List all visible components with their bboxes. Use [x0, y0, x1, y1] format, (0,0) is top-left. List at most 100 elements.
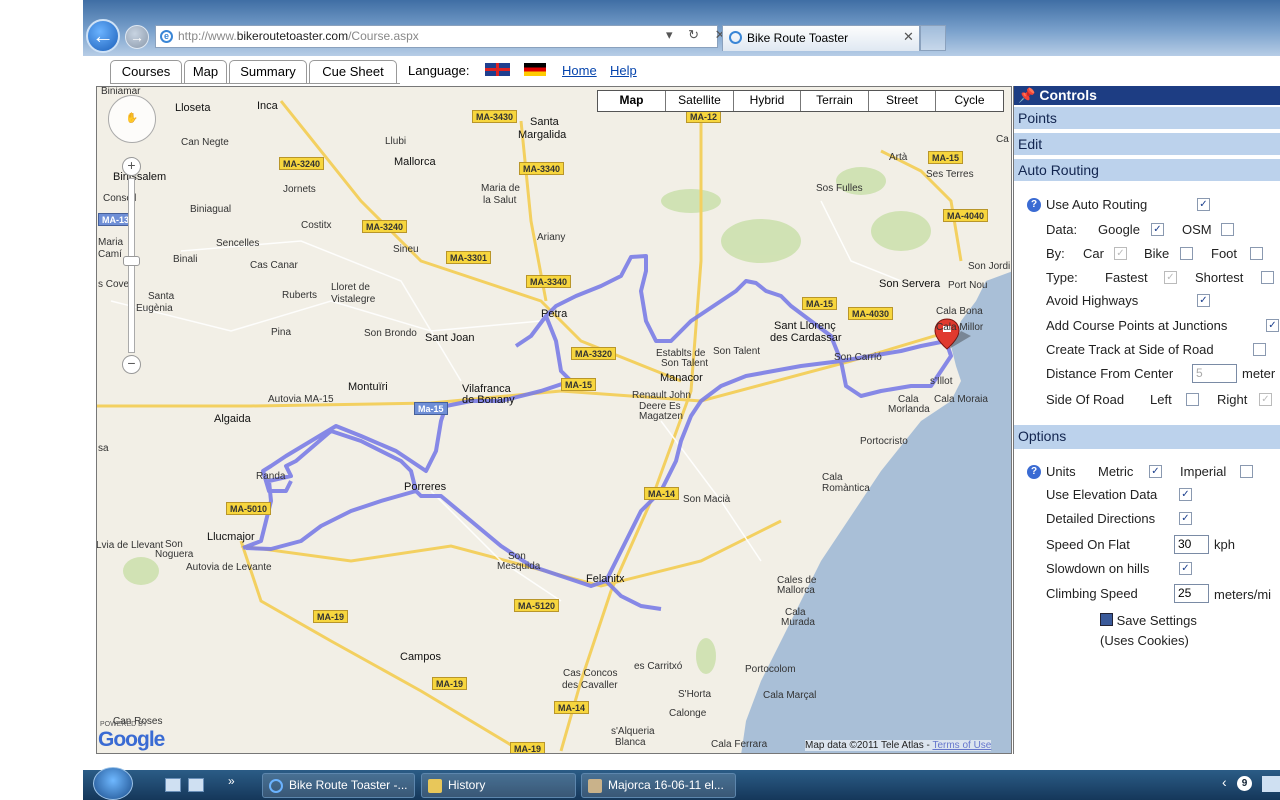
shortest-checkbox[interactable]	[1261, 271, 1274, 284]
tab-map[interactable]: Map	[184, 60, 227, 84]
map-canvas[interactable]: MA-3430 MA-12 MA-3340 MA-3240 MA-13 MA-3240 MA…	[96, 86, 1012, 754]
bike-checkbox[interactable]	[1180, 247, 1193, 260]
taskbar-item-label: Bike Route Toaster -...	[289, 778, 408, 792]
town-label: Ariany	[537, 232, 566, 243]
left-checkbox[interactable]	[1186, 393, 1199, 406]
road-label: MA-15	[802, 297, 838, 310]
tab-cue-sheet[interactable]: Cue Sheet	[309, 60, 397, 84]
town-label: Cala Millor	[936, 322, 984, 333]
german-flag-icon[interactable]	[524, 63, 546, 76]
uk-flag-icon[interactable]	[485, 63, 510, 76]
road-label: MA-15	[928, 151, 964, 164]
ie-tab-icon	[729, 31, 742, 44]
add-course-points-checkbox[interactable]: ✓	[1266, 319, 1279, 332]
tab-title: Bike Route Toaster	[747, 31, 849, 45]
forward-button[interactable]: →	[125, 25, 149, 49]
create-track-checkbox[interactable]	[1253, 343, 1266, 356]
town-label: Cala Bona	[936, 306, 983, 317]
town-label: Santa	[530, 116, 559, 128]
switch-windows-icon[interactable]	[188, 778, 204, 792]
road-label: MA-19	[510, 742, 546, 753]
tray-network-icon[interactable]	[1262, 776, 1280, 792]
zoom-out-button[interactable]: −	[122, 355, 141, 374]
town-label: Magatzen	[639, 411, 683, 422]
road-label: MA-19	[313, 610, 349, 623]
section-edit[interactable]: Edit	[1014, 132, 1280, 155]
town-label: de Bonany	[462, 394, 515, 406]
town-label: Autovia de Levante	[186, 562, 272, 573]
start-button-windows-icon[interactable]	[93, 767, 133, 800]
taskbar-item-bike-route-toaster[interactable]: Bike Route Toaster -...	[262, 773, 415, 798]
town-label: Inca	[257, 100, 278, 112]
osm-checkbox[interactable]	[1221, 223, 1234, 236]
detailed-directions-checkbox[interactable]: ✓	[1179, 512, 1192, 525]
browser-tab[interactable]: Bike Route Toaster	[722, 25, 920, 51]
pin-icon: 📌	[1018, 87, 1036, 103]
tab-summary[interactable]: Summary	[229, 60, 307, 84]
road-label: MA-5120	[514, 599, 560, 612]
map-type-hybrid[interactable]: Hybrid	[733, 91, 800, 111]
town-label: des Cardassar	[770, 332, 842, 344]
uses-cookies-note: (Uses Cookies)	[1100, 633, 1189, 648]
town-label: Cala Ferrara	[711, 739, 768, 750]
new-tab-button[interactable]	[920, 25, 946, 51]
metric-checkbox[interactable]: ✓	[1149, 465, 1162, 478]
section-auto-routing[interactable]: Auto Routing	[1014, 158, 1280, 181]
town-label: Sencelles	[216, 238, 260, 249]
town-label: Camí	[98, 249, 122, 260]
speed-on-flat-input[interactable]: 30	[1174, 535, 1209, 554]
town-label: Mallorca	[777, 585, 815, 596]
use-elevation-checkbox[interactable]: ✓	[1179, 488, 1192, 501]
tray-app-icon[interactable]: 9	[1237, 776, 1252, 791]
use-auto-routing-checkbox[interactable]: ✓	[1197, 198, 1210, 211]
map-type-terrain[interactable]: Terrain	[800, 91, 868, 111]
map-type-map[interactable]: Map	[598, 91, 665, 111]
taskbar-item-history[interactable]: History	[421, 773, 576, 798]
section-options[interactable]: Options	[1014, 424, 1280, 449]
avoid-highways-checkbox[interactable]: ✓	[1197, 294, 1210, 307]
tray-expand-icon[interactable]: ‹	[1222, 774, 1227, 790]
town-label: Romàntica	[822, 483, 870, 494]
map-type-cycle[interactable]: Cycle	[935, 91, 1003, 111]
distance-from-center-input[interactable]: 5	[1192, 364, 1237, 383]
foot-checkbox[interactable]	[1250, 247, 1263, 260]
slowdown-checkbox[interactable]: ✓	[1179, 562, 1192, 575]
town-label: Eugènia	[136, 303, 173, 314]
help-link[interactable]: Help	[610, 63, 637, 78]
tab-courses[interactable]: Courses	[110, 60, 182, 84]
section-points[interactable]: Points	[1014, 106, 1280, 129]
osm-label: OSM	[1182, 222, 1212, 237]
floppy-disk-icon	[1100, 613, 1113, 626]
google-logo[interactable]: Google	[98, 728, 165, 752]
town-label: Binissalem	[113, 171, 167, 183]
fastest-checkbox[interactable]: ✓	[1164, 271, 1177, 284]
terms-of-use-link[interactable]: Terms of Use	[932, 740, 991, 751]
zoom-in-button[interactable]: +	[122, 157, 141, 176]
town-label: s'Illot	[930, 376, 953, 387]
map-type-satellite[interactable]: Satellite	[665, 91, 733, 111]
show-desktop-icon[interactable]	[165, 778, 181, 792]
town-label: des Cavaller	[562, 680, 618, 691]
pan-control-hand-icon[interactable]: ✋	[108, 95, 156, 143]
climbing-speed-input[interactable]: 25	[1174, 584, 1209, 603]
address-bar[interactable]: http://www.bikeroutetoaster.com/Course.a…	[155, 25, 718, 48]
tab-close-icon[interactable]: ✕	[903, 29, 914, 45]
town-label: s'Alqueria	[611, 726, 655, 737]
right-checkbox[interactable]: ✓	[1259, 393, 1272, 406]
back-button[interactable]: ←	[86, 19, 120, 53]
back-arrow-icon: ←	[92, 23, 114, 48]
zoom-slider-thumb[interactable]	[123, 256, 140, 266]
town-label: Mesquida	[497, 561, 541, 572]
auto-routing-help-icon[interactable]: ?	[1027, 198, 1041, 212]
quicklaunch-more-icon[interactable]: »	[228, 774, 235, 788]
town-label: Son Jordi	[968, 261, 1011, 272]
home-link[interactable]: Home	[562, 63, 597, 78]
save-settings-button[interactable]: Save Settings	[1100, 613, 1197, 628]
taskbar-item-majorca[interactable]: Majorca 16-06-11 el...	[581, 773, 736, 798]
options-help-icon[interactable]: ?	[1027, 465, 1041, 479]
map-type-street[interactable]: Street	[868, 91, 935, 111]
imperial-checkbox[interactable]	[1240, 465, 1253, 478]
google-checkbox[interactable]: ✓	[1151, 223, 1164, 236]
car-checkbox[interactable]: ✓	[1114, 247, 1127, 260]
side-of-road-label: Side Of Road	[1046, 392, 1125, 407]
